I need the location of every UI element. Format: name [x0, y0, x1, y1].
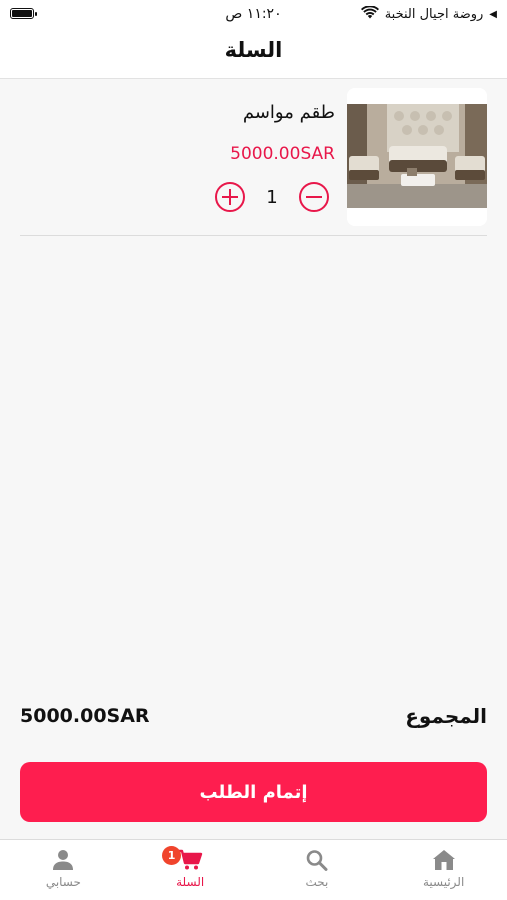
- play-glyph: ◀: [489, 9, 497, 20]
- search-icon: [305, 849, 329, 871]
- nav-item-home[interactable]: الرئيسية: [380, 840, 507, 900]
- battery-icon: [10, 8, 37, 19]
- product-name[interactable]: طقم مواسم: [243, 102, 335, 123]
- nav-item-cart[interactable]: 1 السلة: [127, 840, 254, 900]
- total-label: المجموع: [405, 704, 487, 728]
- increase-quantity-button[interactable]: [215, 182, 245, 212]
- decrease-quantity-button[interactable]: [299, 182, 329, 212]
- page-title: السلة: [224, 38, 283, 62]
- nav-item-search[interactable]: بحث: [254, 840, 381, 900]
- status-right: روضة اجيال النخبة ◀: [360, 5, 497, 23]
- bottom-nav: الرئيسية بحث 1 السلة حسابي: [0, 839, 507, 900]
- status-bar: ١١:٢٠ ص روضة اجيال النخبة ◀: [0, 0, 507, 30]
- home-icon: [432, 849, 456, 871]
- nav-label-account: حسابي: [45, 875, 81, 889]
- status-time: ١١:٢٠ ص: [225, 6, 282, 22]
- cart-icon: [177, 849, 203, 871]
- quantity-stepper: 1: [215, 182, 329, 212]
- quantity-value: 1: [266, 186, 278, 208]
- nav-label-cart: السلة: [176, 875, 205, 889]
- checkout-button[interactable]: إتمام الطلب: [20, 762, 487, 822]
- nav-label-home: الرئيسية: [422, 875, 465, 889]
- product-image[interactable]: [347, 88, 487, 226]
- carrier-name: روضة اجيال النخبة: [384, 7, 484, 22]
- product-price: 5000.00SAR: [230, 144, 335, 164]
- wifi-icon: [360, 5, 379, 23]
- total-value: 5000.00SAR: [20, 705, 150, 727]
- header: السلة: [0, 30, 507, 79]
- cart-item: طقم مواسم 5000.00SAR 1: [20, 88, 487, 236]
- user-icon: [51, 849, 75, 871]
- nav-label-search: بحث: [305, 875, 329, 889]
- cart-badge: 1: [162, 846, 182, 865]
- nav-item-account[interactable]: حسابي: [0, 840, 127, 900]
